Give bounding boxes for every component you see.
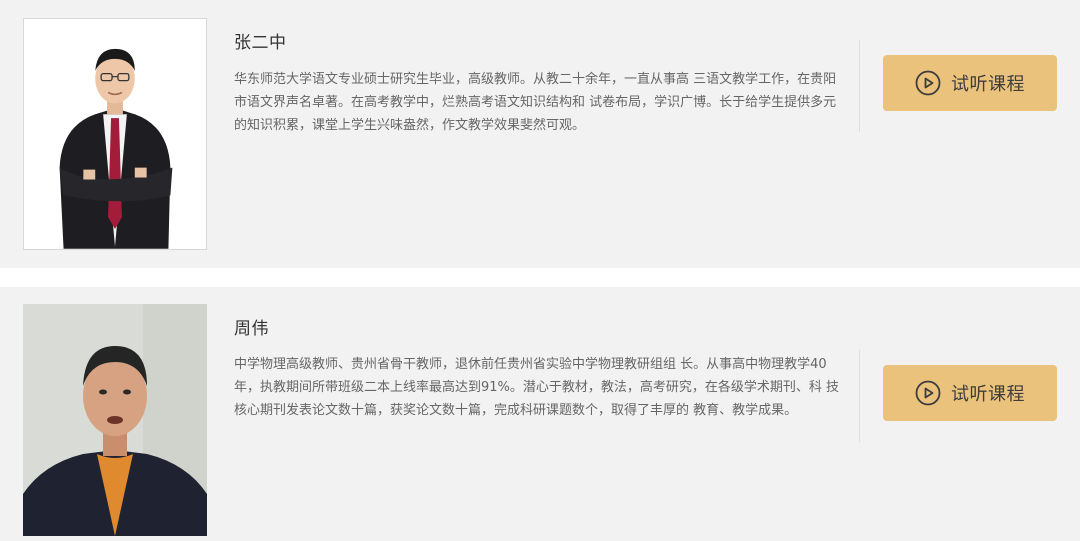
trial-lesson-button[interactable]: 试听课程	[883, 55, 1057, 111]
play-circle-icon	[915, 70, 941, 96]
teacher-name: 周伟	[234, 319, 269, 339]
teacher-card: 张二中 华东师范大学语文专业硕士研究生毕业，高级教师。从教二十余年，一直从事高 …	[0, 0, 1080, 268]
divider	[859, 40, 860, 132]
teacher-photo	[23, 304, 207, 536]
teacher-description: 华东师范大学语文专业硕士研究生毕业，高级教师。从教二十余年，一直从事高 三语文教…	[234, 72, 837, 133]
teacher-photo	[23, 18, 207, 250]
play-circle-icon	[915, 380, 941, 406]
teacher-name: 张二中	[234, 33, 287, 53]
trial-lesson-label: 试听课程	[951, 74, 1025, 95]
teacher-card: 周伟 中学物理高级教师、贵州省骨干教师，退休前任贵州省实验中学物理教研组组 长。…	[0, 287, 1080, 541]
teacher-description: 中学物理高级教师、贵州省骨干教师，退休前任贵州省实验中学物理教研组组 长。从事高…	[234, 357, 840, 418]
trial-lesson-label: 试听课程	[951, 384, 1025, 405]
divider	[859, 350, 860, 442]
trial-lesson-button[interactable]: 试听课程	[883, 365, 1057, 421]
